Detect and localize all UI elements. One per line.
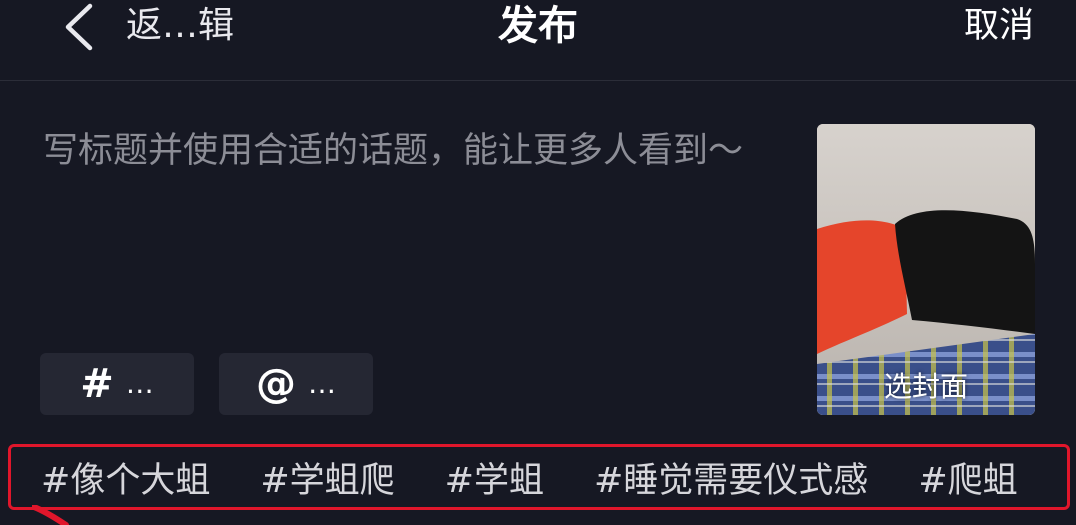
- add-hashtag-button[interactable]: # …: [40, 353, 194, 415]
- caption-input[interactable]: 写标题并使用合适的话题，能让更多人看到～: [43, 128, 783, 174]
- mention-button[interactable]: @ …: [219, 353, 373, 415]
- hashtag-dots: …: [125, 367, 154, 400]
- suggested-topics-bar: #像个大蛆 #学蛆爬 #学蛆 #睡觉需要仪式感 #爬蛆: [8, 444, 1070, 510]
- topic-suggestion[interactable]: #像个大蛆: [41, 452, 210, 503]
- mention-dots: …: [308, 367, 336, 400]
- cover-selector[interactable]: 选封面: [817, 124, 1035, 415]
- top-nav-bar: 返…辑 发布 取消: [0, 0, 1076, 81]
- topic-suggestion[interactable]: #学蛆: [445, 452, 544, 503]
- select-cover-label: 选封面: [883, 370, 968, 403]
- hashtag-icon: #: [80, 361, 114, 407]
- cancel-button[interactable]: 取消: [964, 6, 1034, 46]
- topic-suggestion[interactable]: #睡觉需要仪式感: [594, 452, 868, 503]
- at-sign-icon: @: [256, 361, 296, 407]
- topic-suggestion[interactable]: #爬蛆: [918, 452, 1017, 503]
- page-title: 发布: [498, 3, 578, 49]
- topic-suggestion[interactable]: #学蛆爬: [260, 452, 394, 503]
- annotation-arrow-icon: [32, 505, 69, 525]
